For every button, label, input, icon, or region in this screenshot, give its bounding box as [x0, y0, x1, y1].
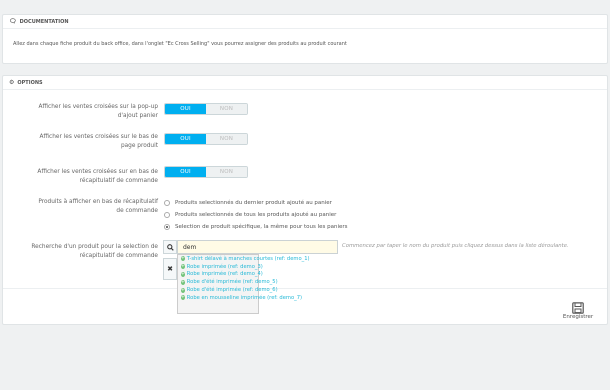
- search-input-value: dem: [183, 243, 197, 251]
- switch-on-option[interactable]: OUI: [165, 134, 206, 144]
- radio-label: Selection de produit spécifique, la même…: [175, 224, 348, 230]
- product-search-label: Recherche d'un produit pour la selection…: [31, 244, 158, 259]
- search-result-item[interactable]: + Robe en mousseline imprimée (ref: demo…: [178, 294, 302, 302]
- options-title: OPTIONS: [17, 79, 43, 86]
- documentation-heading: 🗨 DOCUMENTATION: [3, 15, 607, 29]
- radio-option-all-products[interactable]: Produits selectionnés de tous les produi…: [164, 212, 336, 218]
- radio-label: Produits selectionnés de tous les produi…: [175, 212, 337, 218]
- speech-bubble-icon: 🗨: [9, 18, 17, 25]
- documentation-text: Allez dans chaque fiche produit du back …: [13, 41, 347, 47]
- search-result-item[interactable]: + Robe imprimée (ref: demo_4): [178, 271, 263, 279]
- plus-circle-icon: +: [181, 295, 185, 301]
- floppy-disk-icon: [572, 302, 584, 314]
- plus-circle-icon: +: [181, 287, 185, 293]
- switch-on-option[interactable]: OUI: [165, 167, 206, 177]
- order-summary-switch-label: Afficher les ventes croisées sur en bas …: [37, 169, 158, 184]
- switch-off-option[interactable]: NON: [206, 104, 247, 114]
- radio-button[interactable]: [164, 200, 170, 206]
- order-summary-switch[interactable]: OUI NON: [164, 166, 248, 178]
- search-hint: Commencez par taper le nom du produit pu…: [342, 243, 569, 249]
- popup-switch-label: Afficher les ventes croisées sur la pop-…: [38, 104, 158, 119]
- radio-button[interactable]: [164, 212, 170, 218]
- radio-option-last-product[interactable]: Produits selectionnés du dernier produit…: [164, 200, 332, 206]
- options-panel: ⚙ OPTIONS Afficher les ventes croisées s…: [2, 75, 608, 325]
- radio-button-checked[interactable]: [164, 224, 170, 230]
- search-result-item[interactable]: + Robe d'été imprimée (ref: demo_6): [178, 286, 278, 294]
- radio-label: Produits selectionnés du dernier produit…: [175, 200, 332, 206]
- search-results-dropdown[interactable]: + T-shirt délavé à manches courtes (ref:…: [177, 254, 310, 314]
- gears-icon: ⚙: [9, 79, 15, 86]
- switch-on-option[interactable]: OUI: [165, 104, 206, 114]
- products-display-label: Produits à afficher en bas de récapitula…: [38, 199, 158, 214]
- plus-circle-icon: +: [181, 271, 185, 277]
- popup-switch[interactable]: OUI NON: [164, 103, 248, 115]
- switch-off-option[interactable]: NON: [206, 134, 247, 144]
- switch-off-option[interactable]: NON: [206, 167, 247, 177]
- product-page-switch-label: Afficher les ventes croisées sur le bas …: [39, 134, 158, 149]
- search-icon: [166, 243, 174, 251]
- plus-circle-icon: +: [181, 279, 185, 285]
- search-result-item[interactable]: + T-shirt délavé à manches courtes (ref:…: [178, 255, 310, 263]
- close-icon: ✖: [167, 265, 173, 273]
- documentation-title: DOCUMENTATION: [19, 18, 69, 25]
- save-button[interactable]: Enregistrer: [555, 298, 601, 324]
- search-button[interactable]: [163, 240, 177, 254]
- search-result-item[interactable]: + Robe d'été imprimée (ref: demo_5): [178, 278, 278, 286]
- documentation-panel: 🗨 DOCUMENTATION Allez dans chaque fiche …: [2, 14, 608, 64]
- plus-circle-icon: +: [181, 264, 185, 270]
- options-heading: ⚙ OPTIONS: [3, 76, 607, 90]
- search-result-item[interactable]: + Robe imprimée (ref: demo_3): [178, 263, 263, 271]
- product-page-switch[interactable]: OUI NON: [164, 133, 248, 145]
- product-search-input[interactable]: dem: [177, 240, 338, 254]
- save-label: Enregistrer: [562, 314, 594, 320]
- clear-selection-button[interactable]: ✖: [163, 258, 177, 280]
- radio-option-specific-selection[interactable]: Selection de produit spécifique, la même…: [164, 224, 348, 230]
- form-footer-divider: [3, 288, 607, 289]
- plus-circle-icon: +: [181, 256, 185, 262]
